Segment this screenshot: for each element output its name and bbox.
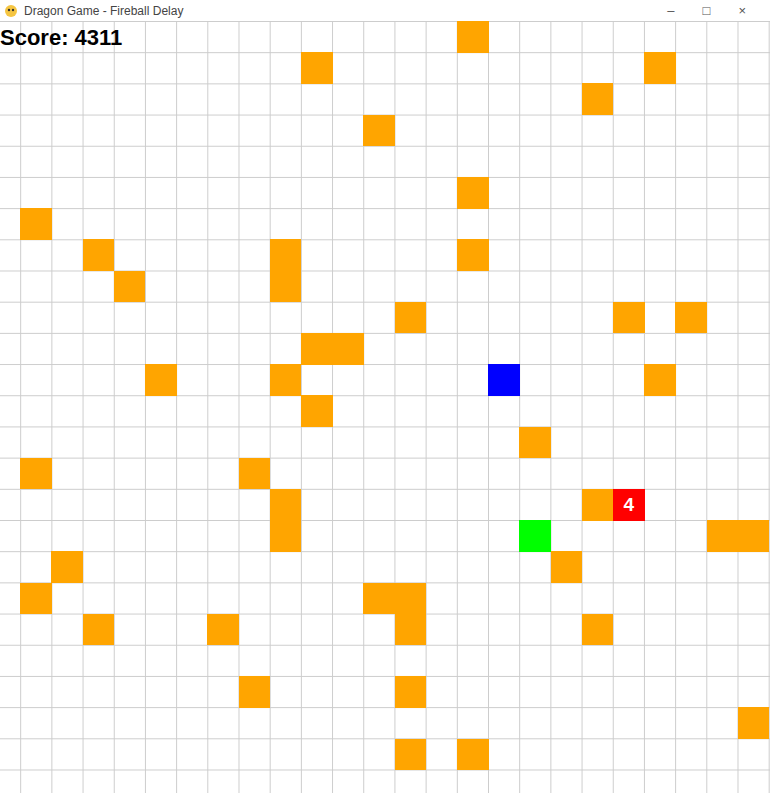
obstacle-cell bbox=[270, 489, 302, 521]
obstacle-cell bbox=[239, 458, 271, 490]
obstacle-cell bbox=[551, 551, 583, 583]
obstacle-cell bbox=[332, 333, 364, 365]
obstacle-cell bbox=[145, 364, 177, 396]
obstacle-cell bbox=[270, 271, 302, 303]
window-control[interactable]: × bbox=[738, 3, 746, 18]
obstacle-cell bbox=[114, 271, 146, 303]
obstacle-cell bbox=[20, 583, 52, 615]
obstacle-cell bbox=[270, 364, 302, 396]
game-window: Dragon Game - Fireball Delay – □ × 4 Score: 4… bbox=[0, 0, 770, 793]
obstacle-cell bbox=[457, 177, 489, 209]
window-title: Dragon Game - Fireball Delay bbox=[24, 4, 183, 18]
obstacle-cell bbox=[582, 83, 614, 115]
obstacle-cell bbox=[582, 489, 614, 521]
obstacle-cell bbox=[363, 583, 395, 615]
window-control[interactable]: – bbox=[667, 3, 674, 18]
target-cell bbox=[519, 520, 551, 552]
obstacle-cell bbox=[395, 739, 427, 771]
obstacle-cell bbox=[613, 302, 645, 334]
obstacle-cell bbox=[395, 583, 427, 615]
obstacle-cell bbox=[395, 676, 427, 708]
obstacle-cell bbox=[738, 520, 770, 552]
obstacle-cell bbox=[20, 458, 52, 490]
player-cell bbox=[488, 364, 520, 396]
obstacle-cell bbox=[301, 52, 333, 84]
obstacle-cell bbox=[644, 52, 676, 84]
obstacle-cell bbox=[457, 21, 489, 53]
obstacle-cell bbox=[707, 520, 739, 552]
obstacle-cell bbox=[301, 333, 333, 365]
obstacle-cell bbox=[207, 614, 239, 646]
obstacle-cell bbox=[20, 208, 52, 240]
obstacle-cell bbox=[738, 707, 770, 739]
obstacle-cell bbox=[51, 551, 83, 583]
obstacle-cell bbox=[675, 302, 707, 334]
obstacle-cell bbox=[395, 614, 427, 646]
obstacle-cell bbox=[83, 614, 115, 646]
score: Score: 4311 bbox=[0, 25, 122, 51]
obstacle-cell bbox=[363, 115, 395, 147]
obstacle-cell bbox=[270, 520, 302, 552]
window-control[interactable]: □ bbox=[703, 3, 711, 18]
dragon-cell: 4 bbox=[613, 489, 645, 521]
obstacle-cell bbox=[582, 614, 614, 646]
obstacle-cell bbox=[301, 395, 333, 427]
game-board: 4 Score: 4311 bbox=[0, 21, 770, 793]
obstacle-cell bbox=[644, 364, 676, 396]
obstacle-cell bbox=[395, 302, 427, 334]
obstacle-cell bbox=[519, 427, 551, 459]
obstacle-cell bbox=[83, 239, 115, 271]
obstacle-cell bbox=[270, 239, 302, 271]
title-bar: Dragon Game - Fireball Delay – □ × bbox=[0, 0, 770, 21]
pygame-icon bbox=[4, 4, 18, 18]
obstacle-cell bbox=[457, 239, 489, 271]
dragon-counter: 4 bbox=[624, 495, 635, 514]
obstacle-cell bbox=[457, 739, 489, 771]
obstacle-cell bbox=[239, 676, 271, 708]
